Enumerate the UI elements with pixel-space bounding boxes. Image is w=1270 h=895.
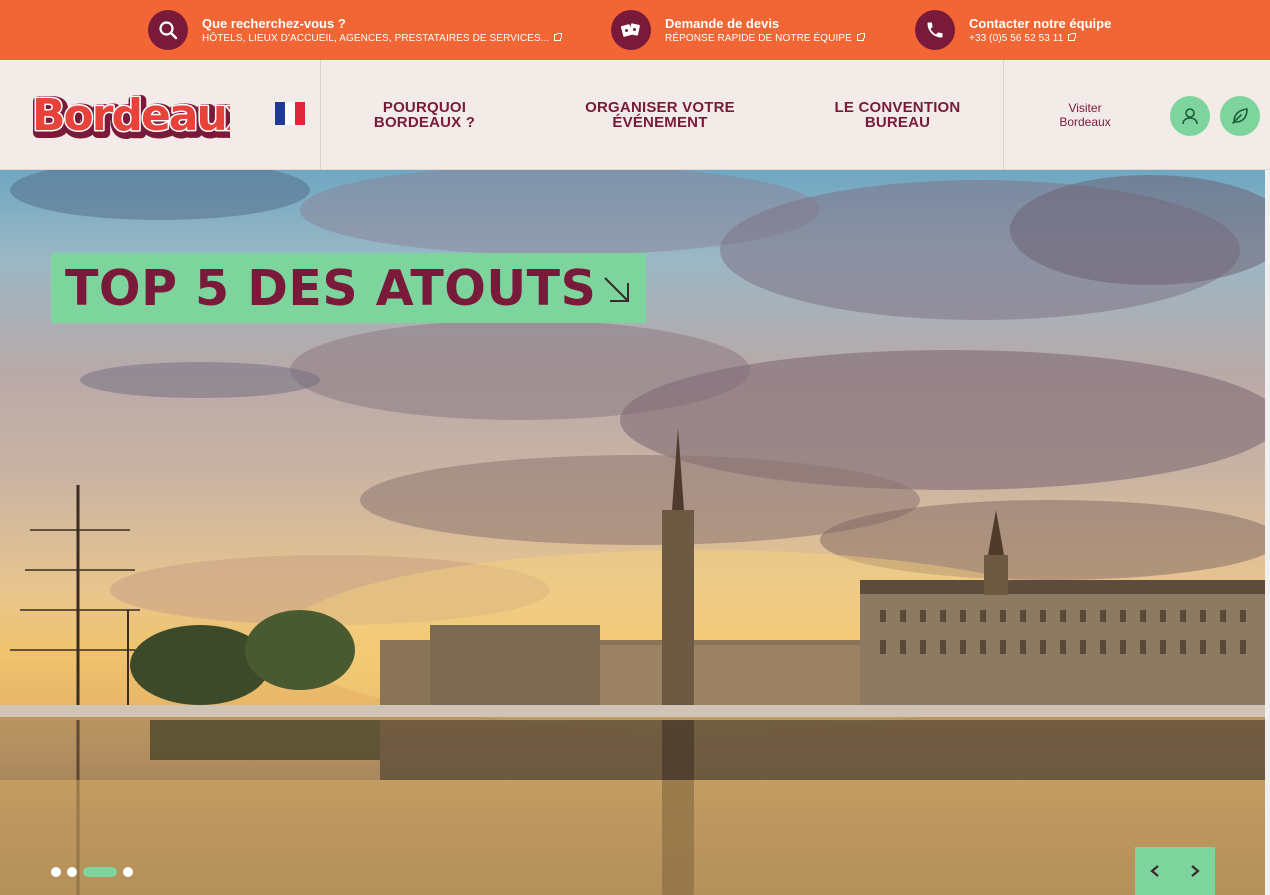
svg-text:Bordeaux: Bordeaux [32,90,230,141]
account-button[interactable] [1170,96,1210,136]
hero-headline: TOP 5 DES ATOUTS [65,259,597,317]
phone-icon [915,10,955,50]
user-icon [1182,108,1198,125]
search-title: Que recherchez-vous ? [202,15,346,31]
quote-subtitle: RÉPONSE RAPIDE DE NOTRE ÉQUIPE [665,32,852,44]
nav-convention-bureau[interactable]: LE CONVENTION BUREAU [820,100,975,130]
main-header: Bordeaux Bordeaux POURQUOI BORDEAUX ? OR… [0,60,1270,170]
page-scrollbar[interactable] [1265,170,1270,895]
search-link[interactable]: Que recherchez-vous ? HÔTELS, LIEUX D'AC… [148,10,563,50]
quote-title: Demande de devis [665,15,780,31]
leaf-icon [1232,108,1248,124]
hero-slider: TOP 5 DES ATOUTS [0,170,1265,895]
hero-headline-link[interactable]: TOP 5 DES ATOUTS [51,253,646,323]
slide-dot-2[interactable] [67,867,77,877]
tickets-icon [611,10,651,50]
external-link-icon [554,32,563,41]
slide-dot-1[interactable] [51,867,61,877]
divider [1003,60,1004,170]
visit-bordeaux-link[interactable]: Visiter Bordeaux [1040,101,1130,129]
slide-dot-3-active[interactable] [83,867,117,877]
prev-slide-button[interactable] [1135,847,1175,895]
contact-link[interactable]: Contacter notre équipe +33 (0)5 56 52 53… [915,10,1111,50]
language-flag-fr[interactable] [275,102,305,125]
slide-dot-4[interactable] [123,867,133,877]
quote-request-link[interactable]: Demande de devis RÉPONSE RAPIDE DE NOTRE… [611,10,865,50]
next-slide-button[interactable] [1175,847,1215,895]
top-bar: Que recherchez-vous ? HÔTELS, LIEUX D'AC… [0,0,1270,60]
slider-pagination [51,867,139,877]
slider-navigation [1135,847,1215,895]
external-link-icon [856,32,865,41]
chevron-right-icon [1191,865,1200,877]
bordeaux-logo[interactable]: Bordeaux Bordeaux [29,85,263,149]
contact-title: Contacter notre équipe [969,15,1112,31]
search-icon [148,10,188,50]
nav-why-bordeaux[interactable]: POURQUOI BORDEAUX ? [352,100,497,130]
eco-button[interactable] [1220,96,1260,136]
nav-organize-event[interactable]: ORGANISER VOTRE ÉVÉNEMENT [570,100,750,130]
divider [320,60,321,170]
arrow-down-right-icon [604,277,629,302]
external-link-icon [1068,32,1077,41]
search-subtitle: HÔTELS, LIEUX D'ACCUEIL, AGENCES, PRESTA… [202,32,550,44]
chevron-left-icon [1150,865,1159,877]
contact-phone: +33 (0)5 56 52 53 11 [969,32,1064,44]
